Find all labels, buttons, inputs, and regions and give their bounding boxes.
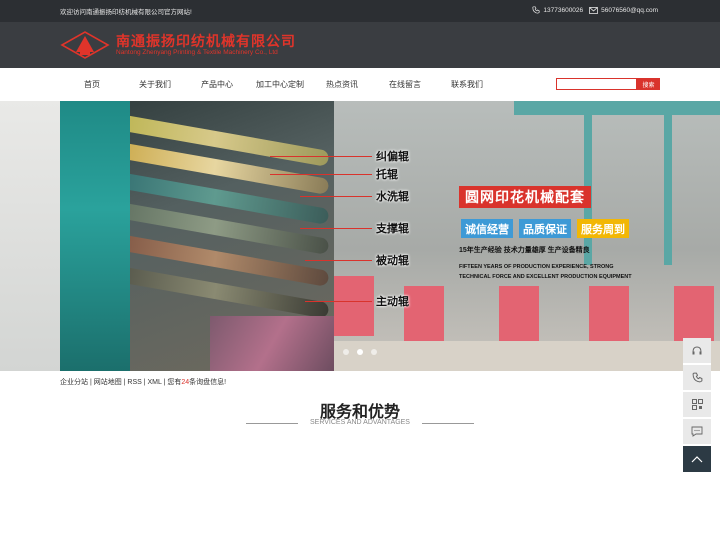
inquiry-suffix: 条询盘信息!	[189, 379, 227, 386]
banner-en-line-1: FIFTEEN YEARS OF PRODUCTION EXPERIENCE, …	[459, 264, 614, 270]
nav-message[interactable]: 在线留言	[389, 79, 421, 90]
label-pointer	[305, 260, 372, 261]
slider-dot-active[interactable]	[357, 349, 363, 355]
label-pointer	[270, 156, 372, 157]
divider-right	[422, 423, 474, 424]
nav-home[interactable]: 首页	[84, 79, 100, 90]
banner-title: 圆网印花机械配套	[459, 186, 591, 208]
top-phone[interactable]: 13773600026	[532, 6, 583, 14]
label-passive-roller: 被动辊	[376, 255, 409, 267]
back-to-top-button[interactable]	[683, 446, 711, 474]
top-bar: 欢迎访问南通振扬印纺机械有限公司官方网站! 13773600026 560765…	[0, 0, 720, 22]
logo-mark-icon	[60, 30, 110, 60]
machine-side-panel	[60, 101, 130, 371]
nav-news[interactable]: 热点资讯	[326, 79, 358, 90]
message-icon	[691, 426, 703, 437]
search-button[interactable]: 搜索	[637, 78, 660, 90]
logo-text: 南通振扬印纺机械有限公司 Nantong Zhenyang Printing &…	[116, 32, 296, 57]
label-washing-roller: 水洗辊	[376, 191, 409, 203]
banner-rollers-photo	[60, 101, 334, 371]
label-pointer	[300, 196, 372, 197]
label-pointer	[270, 174, 372, 175]
main-nav: 首页 关于我们 产品中心 加工中心定制 热点资讯 在线留言 联系我们 搜索	[0, 68, 720, 101]
header: 南通振扬印纺机械有限公司 Nantong Zhenyang Printing &…	[0, 22, 720, 68]
label-drive-roller: 主动辊	[376, 296, 409, 308]
floating-toolbar	[683, 338, 711, 474]
back-to-top-icon	[691, 456, 703, 463]
float-phone-button[interactable]	[683, 365, 711, 392]
machine-frame-top	[514, 101, 720, 115]
company-name-en: Nantong Zhenyang Printing & Textile Mach…	[116, 48, 278, 56]
nav-contact[interactable]: 联系我们	[451, 79, 483, 90]
top-contact: 13773600026 56076560@qq.com	[532, 6, 658, 14]
badge-integrity: 诚信经营	[461, 219, 513, 238]
slider-dot[interactable]	[371, 349, 377, 355]
site-links[interactable]: 企业分站 | 网站地图 | RSS | XML | 您有	[60, 379, 181, 386]
machine-unit	[499, 286, 539, 341]
float-service-button[interactable]	[683, 338, 711, 365]
printed-fabric	[210, 316, 334, 371]
badge-service: 服务周到	[577, 219, 629, 238]
machine-frame-post	[664, 115, 672, 265]
phone-icon	[532, 6, 540, 14]
nav-about[interactable]: 关于我们	[139, 79, 171, 90]
logo[interactable]: 南通振扬印纺机械有限公司 Nantong Zhenyang Printing &…	[60, 30, 296, 60]
top-phone-number: 13773600026	[543, 6, 584, 14]
mail-icon	[589, 6, 598, 14]
banner-en-line-2: TECHNICAL FORCE AND EXCELLENT PRODUCTION…	[459, 274, 632, 280]
inquiry-count: 24	[181, 379, 190, 386]
label-pointer	[300, 228, 372, 229]
company-name-cn: 南通振扬印纺机械有限公司	[116, 32, 296, 49]
float-message-button[interactable]	[683, 419, 711, 446]
banner-background-left	[0, 101, 60, 371]
machine-unit	[674, 286, 714, 341]
slider-dot[interactable]	[343, 349, 349, 355]
slider-dots	[343, 349, 377, 355]
label-bracing-roller: 支撑辊	[376, 223, 409, 235]
label-pointer	[305, 301, 372, 302]
headset-icon	[692, 345, 702, 354]
machine-unit	[404, 286, 444, 341]
label-support-roller: 托辊	[376, 169, 398, 181]
qrcode-icon	[691, 399, 703, 410]
welcome-text: 欢迎访问南通振扬印纺机械有限公司官方网站!	[60, 9, 192, 16]
label-deviation-roller: 纠偏辊	[376, 151, 409, 163]
phone-icon	[692, 372, 702, 383]
machine-unit	[334, 276, 374, 336]
section-subtitle: SERVICES AND ADVANTAGES	[310, 419, 410, 426]
search-input[interactable]	[556, 78, 637, 90]
factory-floor	[334, 341, 720, 371]
nav-custom-processing[interactable]: 加工中心定制	[256, 79, 304, 90]
banner-subtitle: 15年生产经验 技术力量雄厚 生产设备精良	[459, 247, 590, 254]
top-email-address: 56076560@qq.com	[601, 6, 658, 14]
nav-products[interactable]: 产品中心	[201, 79, 233, 90]
hero-banner[interactable]: 纠偏辊 托辊 水洗辊 支撑辊 被动辊 主动辊 圆网印花机械配套 诚信经营 品质保…	[0, 101, 720, 371]
float-qrcode-button[interactable]	[683, 392, 711, 419]
badge-quality: 品质保证	[519, 219, 571, 238]
search-box: 搜索	[556, 78, 660, 90]
top-email[interactable]: 56076560@qq.com	[589, 7, 658, 14]
machine-unit	[589, 286, 629, 341]
site-links-bar: 企业分站 | 网站地图 | RSS | XML | 您有24条询盘信息!	[60, 377, 226, 387]
